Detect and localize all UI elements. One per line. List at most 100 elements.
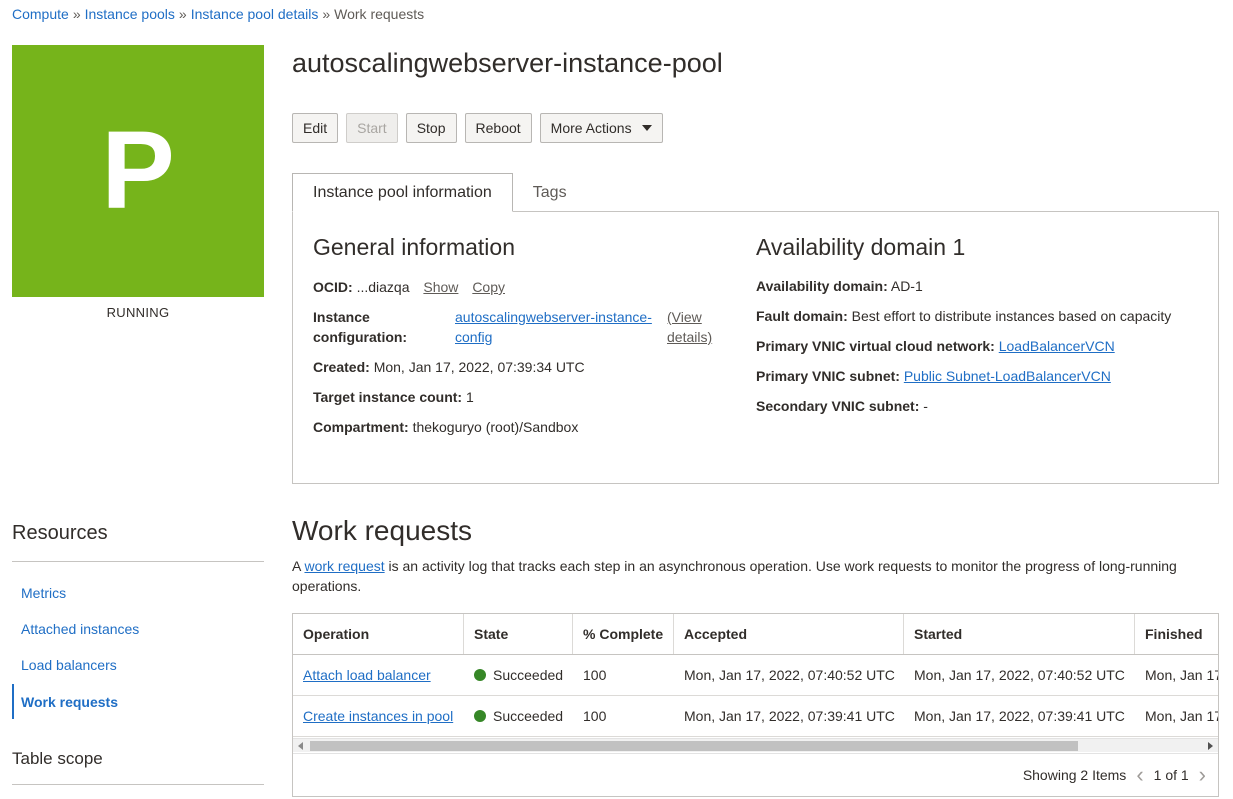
resource-link-attached-instances[interactable]: Attached instances <box>12 615 264 643</box>
horizontal-scrollbar[interactable] <box>293 738 1218 752</box>
operation-link[interactable]: Attach load balancer <box>303 667 431 683</box>
fault-domain-value: Best effort to distribute instances base… <box>851 308 1172 324</box>
resource-link-work-requests[interactable]: Work requests <box>12 684 264 719</box>
action-bar: Edit Start Stop Reboot More Actions <box>292 113 663 143</box>
scrollbar-thumb[interactable] <box>310 741 1078 751</box>
ocid-label: OCID: <box>313 279 353 295</box>
desc-prefix: A <box>292 558 305 574</box>
compartment-field: Compartment: thekoguryo (root)/Sandbox <box>313 417 578 437</box>
accepted-cell: Mon, Jan 17, 2022, 07:39:41 UTC <box>684 708 895 724</box>
availability-domain-field: Availability domain: AD-1 <box>756 276 923 296</box>
table-header-row: Operation State % Complete Accepted Star… <box>293 614 1218 655</box>
config-label-line1: Instance <box>313 309 370 325</box>
breadcrumb-separator: » <box>72 6 81 22</box>
item-count: Showing 2 Items <box>1022 767 1127 783</box>
scroll-right-icon[interactable] <box>1208 742 1213 750</box>
breadcrumb-separator: » <box>178 6 187 22</box>
work-requests-heading: Work requests <box>292 515 472 546</box>
started-cell: Mon, Jan 17, 2022, 07:39:41 UTC <box>914 708 1125 724</box>
accepted-cell: Mon, Jan 17, 2022, 07:40:52 UTC <box>684 667 895 683</box>
breadcrumb: Compute» Instance pools» Instance pool det… <box>12 6 424 22</box>
info-panel: General information OCID: ...diazqa Show… <box>292 211 1219 484</box>
ad-value: AD-1 <box>890 278 923 294</box>
instance-configuration-label: Instance configuration: <box>313 307 407 347</box>
work-requests-table: Operation State % Complete Accepted Star… <box>292 613 1219 797</box>
previous-page-icon[interactable]: ‹ <box>1136 764 1143 786</box>
column-header-finished[interactable]: Finished <box>1135 614 1218 654</box>
detail-tabs: Instance pool information Tags <box>292 173 587 212</box>
ocid-value: ...diazqa <box>356 279 410 295</box>
resource-letter: P <box>101 109 175 232</box>
config-link-line1[interactable]: autoscalingwebserver-instance- <box>455 309 652 325</box>
ad-label: Availability domain: <box>756 278 888 294</box>
config-label-line2: configuration: <box>313 329 408 345</box>
finished-cell: Mon, Jan 17, 2022, 07:40:52 UTC <box>1145 667 1218 683</box>
primary-subnet-field: Primary VNIC subnet: Public Subnet-LoadB… <box>756 366 1111 386</box>
reboot-button[interactable]: Reboot <box>464 113 532 143</box>
table-footer: Showing 2 Items ‹ 1 of 1 › <box>293 753 1218 796</box>
column-header-accepted[interactable]: Accepted <box>674 614 904 654</box>
work-requests-description: A work request is an activity log that t… <box>292 556 1192 596</box>
lifecycle-status: RUNNING <box>106 305 170 320</box>
column-header-operation[interactable]: Operation <box>293 614 464 654</box>
work-request-help-link[interactable]: work request <box>304 558 384 574</box>
resource-link-metrics[interactable]: Metrics <box>12 579 264 607</box>
ocid-copy-link[interactable]: Copy <box>472 279 505 295</box>
resources-divider <box>12 561 264 562</box>
breadcrumb-instance-pools[interactable]: Instance pools <box>85 6 175 22</box>
created-value: Mon, Jan 17, 2022, 07:39:34 UTC <box>373 359 585 375</box>
table-row: Create instances in pool Succeeded 100 M… <box>293 696 1218 737</box>
general-information-heading: General information <box>313 234 515 260</box>
started-cell: Mon, Jan 17, 2022, 07:40:52 UTC <box>914 667 1125 683</box>
edit-button[interactable]: Edit <box>292 113 339 143</box>
operation-link[interactable]: Create instances in pool <box>303 708 453 724</box>
succeeded-status-icon <box>474 710 486 722</box>
ocid-field: OCID: ...diazqa Show Copy <box>313 277 505 297</box>
compartment-value: thekoguryo (root)/Sandbox <box>412 419 579 435</box>
state-cell: Succeeded <box>464 696 573 736</box>
caret-down-icon <box>641 125 652 131</box>
desc-suffix: is an activity log that tracks each step… <box>292 558 1177 594</box>
breadcrumb-separator: » <box>322 6 331 22</box>
view-details-link[interactable]: (View details) <box>667 307 712 347</box>
complete-cell: 100 <box>583 667 607 683</box>
primary-subnet-link[interactable]: Public Subnet-LoadBalancerVCN <box>904 368 1111 384</box>
state-value: Succeeded <box>493 708 564 724</box>
operation-cell: Create instances in pool <box>293 696 464 736</box>
primary-vcn-link[interactable]: LoadBalancerVCN <box>999 338 1115 354</box>
instance-configuration-link[interactable]: autoscalingwebserver-instance- config <box>455 307 652 347</box>
resource-link-load-balancers[interactable]: Load balancers <box>12 651 264 679</box>
target-count-value: 1 <box>465 389 474 405</box>
availability-domain-heading: Availability domain 1 <box>756 234 966 260</box>
stop-button[interactable]: Stop <box>405 113 457 143</box>
breadcrumb-compute[interactable]: Compute <box>12 6 69 22</box>
view-details-line2[interactable]: details) <box>667 329 712 345</box>
primary-vcn-field: Primary VNIC virtual cloud network: Load… <box>756 336 1115 356</box>
column-header-complete[interactable]: % Complete <box>573 614 674 654</box>
scroll-left-icon[interactable] <box>298 742 303 750</box>
fault-domain-field: Fault domain: Best effort to distribute … <box>756 306 1171 326</box>
page-title: autoscalingwebserver-instance-pool <box>292 48 723 78</box>
tab-instance-pool-information[interactable]: Instance pool information <box>292 173 513 212</box>
operation-cell: Attach load balancer <box>293 655 464 695</box>
more-actions-label: More Actions <box>550 120 632 136</box>
column-header-started[interactable]: Started <box>904 614 1135 654</box>
breadcrumb-instance-pool-details[interactable]: Instance pool details <box>191 6 319 22</box>
column-header-state[interactable]: State <box>464 614 573 654</box>
state-cell: Succeeded <box>464 655 573 695</box>
ocid-show-link[interactable]: Show <box>423 279 458 295</box>
tab-tags[interactable]: Tags <box>513 173 587 212</box>
config-link-line2[interactable]: config <box>455 329 492 345</box>
more-actions-button[interactable]: More Actions <box>539 113 663 143</box>
page-indicator: 1 of 1 <box>1153 767 1189 783</box>
table-row: Attach load balancer Succeeded 100 Mon, … <box>293 655 1218 696</box>
primary-vcn-label: Primary VNIC virtual cloud network: <box>756 338 995 354</box>
next-page-icon[interactable]: › <box>1199 764 1206 786</box>
view-details-line1[interactable]: (View <box>667 309 702 325</box>
target-count-label: Target instance count: <box>313 389 463 405</box>
start-button[interactable]: Start <box>346 113 398 143</box>
resources-heading: Resources <box>12 522 108 544</box>
target-count-field: Target instance count: 1 <box>313 387 474 407</box>
succeeded-status-icon <box>474 669 486 681</box>
finished-cell: Mon, Jan 17, 2022, 07:39:41 UTC <box>1145 708 1218 724</box>
